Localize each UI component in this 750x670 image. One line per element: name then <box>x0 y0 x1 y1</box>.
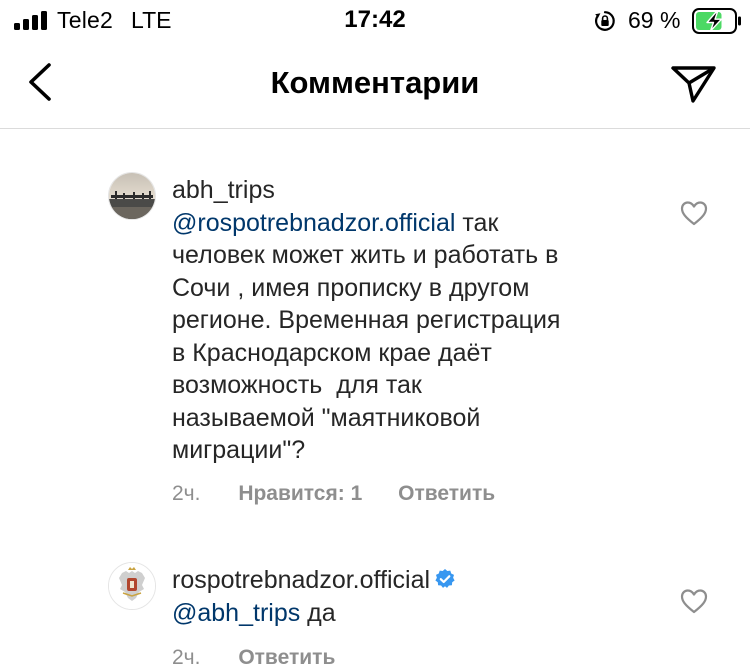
page-title: Комментарии <box>270 65 480 100</box>
avatar[interactable] <box>108 562 156 610</box>
comment-text-line: Сочи , имея прописку в другом <box>172 273 530 302</box>
avatar-photo <box>109 173 155 219</box>
mention-link[interactable]: @rospotrebnadzor.official <box>172 209 455 237</box>
comment-text-line: называемой "маятниковой <box>172 403 481 432</box>
comment-text: rospotrebnadzor.official @abh_trips да <box>172 564 652 629</box>
comment-text-line: да <box>300 598 336 627</box>
battery-percentage: 69 % <box>628 7 681 33</box>
comment-meta: 2ч. Ответить <box>172 646 335 670</box>
comment-username[interactable]: rospotrebnadzor.official <box>172 566 430 594</box>
reply-button[interactable]: Ответить <box>398 482 495 505</box>
verified-badge-icon <box>435 569 455 588</box>
comment-username[interactable]: abh_trips <box>172 176 275 204</box>
reply-button[interactable]: Ответить <box>238 646 335 669</box>
comment-time: 2ч. <box>172 646 201 669</box>
avatar[interactable] <box>108 172 156 220</box>
comment-time: 2ч. <box>172 482 201 505</box>
battery-charging-icon <box>692 8 741 34</box>
status-bar: Tele2 LTE 17:42 69 % <box>0 0 750 44</box>
comment-text: abh_trips @rospotrebnadzor.official так … <box>172 174 652 467</box>
comment-text-line: миграции"? <box>172 436 306 464</box>
direct-share-icon[interactable] <box>668 60 720 108</box>
like-heart-icon[interactable] <box>680 588 708 614</box>
comment-meta: 2ч. Нравится: 1 Ответить <box>172 482 495 506</box>
comment-text-line: возможность для так <box>172 371 422 399</box>
comment-text-line: регионе. Временная регистрация <box>172 306 561 334</box>
comments-header: Комментарии <box>0 44 750 129</box>
likes-count-link[interactable]: Нравится: 1 <box>238 482 362 505</box>
mention-link[interactable]: @abh_trips <box>172 599 300 627</box>
comment-text-line: человек может жить и работать в <box>172 241 559 269</box>
orientation-lock-icon <box>595 11 615 31</box>
comment-text-line: в Краснодарском крае даёт <box>172 338 492 367</box>
emblem-avatar <box>109 563 155 609</box>
comment-text-line: так <box>455 208 499 237</box>
like-heart-icon[interactable] <box>680 200 708 226</box>
